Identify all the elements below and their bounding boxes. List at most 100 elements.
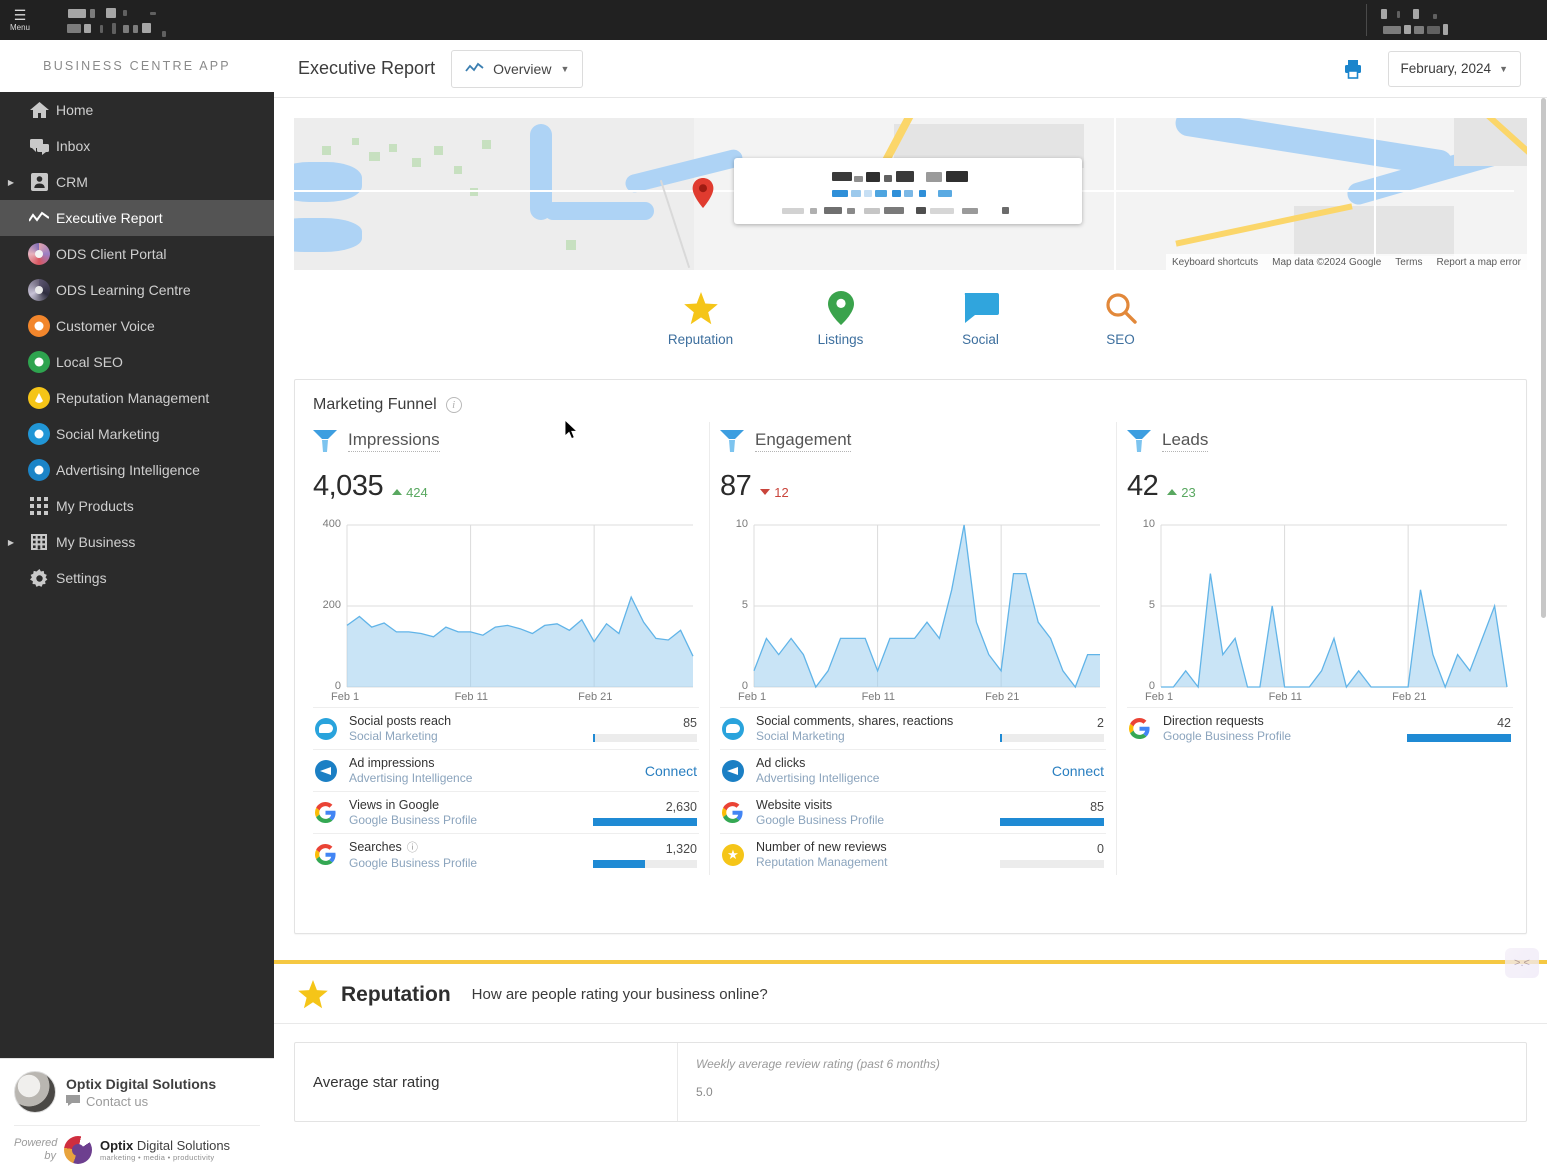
account-name: Optix Digital Solutions [66,1075,217,1092]
funnel-metric-title: Social posts reach [349,714,452,728]
contact-card-icon [22,173,56,191]
funnel-metric-text: Website visits Google Business Profile [756,798,1000,827]
menu-label: Menu [9,22,30,32]
map-attribution-item[interactable]: Terms [1395,257,1422,268]
main-content: Executive Report Overview ▼ February, 20… [274,40,1547,1174]
sidebar-item-label: CRM [56,174,88,190]
quicknav-item-social[interactable]: Social [942,292,1020,347]
funnel-column-title[interactable]: Engagement [755,430,852,452]
reputation-icon: ★ [722,843,756,866]
funnel-metric-source: Social Marketing [756,729,845,743]
sidebar-item-inbox[interactable]: ▶Inbox [0,128,274,164]
funnel-metric-bar [1000,859,1104,868]
funnel-metric-bar-fill [1000,733,1003,742]
sidebar-item-executive-report[interactable]: ▶Executive Report [0,200,274,236]
business-location-map[interactable]: Keyboard shortcuts Map data ©2024 Google T… [294,118,1527,270]
date-range-dropdown[interactable]: February, 2024 ▼ [1387,50,1521,87]
sidebar-item-reputation-management[interactable]: ▶Reputation Management [0,380,274,416]
info-icon[interactable]: i [445,397,462,413]
funnel-column-header: Impressions [313,430,699,452]
quicknav-item-seo[interactable]: SEO [1082,292,1160,347]
heart-badge-icon [22,315,56,337]
advertising-intelligence-icon [315,759,349,782]
connect-link[interactable]: Connect [1052,763,1104,779]
funnel-metric-row[interactable]: Ad impressions Advertising Intelligence Co… [313,749,699,791]
funnel-column-delta-value: 424 [406,484,428,500]
grid-icon [22,497,56,515]
funnel-metric-row[interactable]: Views in Google Google Business Profile 2,… [313,791,699,833]
sidebar-item-local-seo[interactable]: ▶Local SEO [0,344,274,380]
funnel-metric-value-area: 85 [1000,800,1104,826]
sidebar-item-my-business[interactable]: ▶ My Business [0,524,274,560]
funnel-metric-row[interactable]: Social posts reach Social Marketing 85 [313,707,699,749]
funnel-metric-row[interactable]: ★ Number of new reviews Reputation Managem… [720,833,1106,875]
x-axis-tick: Feb 21 [578,691,613,703]
funnel-metric-bar [593,859,697,868]
funnel-metric-value-area: 85 [593,716,697,742]
map-info-window[interactable] [734,158,1082,224]
sidebar-item-home[interactable]: ▶Home [0,92,274,128]
map-pin-marker[interactable] [692,178,714,208]
map-pin-icon-dot [28,351,50,373]
funnel-metric-value: 85 [1090,799,1104,814]
overview-dropdown[interactable]: Overview ▼ [451,49,584,88]
sidebar-item-ods-learning-centre[interactable]: ▶ODS Learning Centre [0,272,274,308]
chevron-right-icon[interactable]: ▶ [0,538,22,547]
quicknav-item-label: Reputation [667,332,734,347]
funnel-metric-bar-fill [1000,817,1104,826]
funnel-metric-value-area: 42 [1407,716,1511,742]
magnifier-icon [1105,292,1137,324]
sidebar-item-crm[interactable]: ▶ CRM [0,164,274,200]
funnel-metric-row[interactable]: Social comments, shares, reactions Social… [720,707,1106,749]
sidebar-item-customer-voice[interactable]: ▶Customer Voice [0,308,274,344]
funnel-column-title[interactable]: Leads [1162,430,1209,452]
google-icon [315,844,349,865]
funnel-metric-text: Views in Google Google Business Profile [349,798,593,827]
quicknav-item-label: SEO [1106,332,1135,347]
sidebar-item-my-products[interactable]: ▶My Products [0,488,274,524]
map-pin-icon [827,291,854,325]
y-axis-tick: 10 [735,518,748,530]
funnel-metric-row[interactable]: Direction requests Google Business Profil… [1127,707,1513,749]
print-button[interactable] [1342,58,1364,80]
map-attribution-item[interactable]: Keyboard shortcuts [1172,257,1258,268]
account-row[interactable]: Optix Digital Solutions Contact us [14,1071,260,1113]
powered-by: Powered by Optix Digital Solutions marke… [14,1125,260,1164]
quicknav-item-reputation[interactable]: Reputation [662,291,740,347]
reputation-subtitle: How are people rating your business onli… [471,986,768,1003]
connect-link[interactable]: Connect [645,763,697,779]
star-icon [683,291,718,324]
sidebar-item-advertising-intelligence[interactable]: ▶Advertising Intelligence [0,452,274,488]
funnel-metric-row[interactable]: Ad clicks Advertising Intelligence Connect [720,749,1106,791]
funnel-metric-source: Google Business Profile [349,856,478,870]
chevron-right-icon[interactable]: ▶ [0,178,22,187]
quicknav-item-listings[interactable]: Listings [802,291,880,347]
funnel-metric-bar [1000,733,1104,742]
sidebar-item-settings[interactable]: ▶Settings [0,560,274,596]
page-scrollbar[interactable] [1540,98,1547,1174]
funnel-metric-bar [1407,733,1511,742]
funnel-metric-source: Google Business Profile [349,813,478,827]
funnel-metric-value-area: 0 [1000,842,1104,868]
funnel-metric-row[interactable]: Website visits Google Business Profile 85 [720,791,1106,833]
sidebar-item-ods-client-portal[interactable]: ▶ODS Client Portal [0,236,274,272]
window-top-bar: ☰ Menu [0,0,1547,40]
contact-us-link[interactable]: Contact us [66,1094,216,1109]
funnel-column-delta-value: 23 [1181,484,1196,500]
sidebar-item-social-marketing[interactable]: ▶Social Marketing [0,416,274,452]
sidebar-item-label: ODS Learning Centre [56,282,191,298]
section-quicknav: Reputation Listings Social SEO [274,291,1547,347]
help-widget-button[interactable]: >.< [1505,948,1539,978]
funnel-metric-row[interactable]: Searches ⓘ Google Business Profile 1,320 [313,833,699,875]
map-attribution-item[interactable]: Map data ©2024 Google [1272,257,1381,268]
weekly-rating-caption: Weekly average review rating (past 6 mon… [696,1057,940,1071]
info-icon[interactable]: ⓘ [407,842,418,854]
menu-button[interactable]: ☰ Menu [0,0,40,40]
menu-icon: ☰ [13,6,27,23]
trendline-icon [22,211,56,225]
funnel-metric-value-area: 2 [1000,716,1104,742]
map-attribution-item[interactable]: Report a map error [1437,257,1521,268]
map-attribution: Keyboard shortcuts Map data ©2024 Google T… [1165,254,1527,270]
funnel-column-impressions: Impressions 4,035 424 0 200 400 Feb 1 Feb 11 Feb… [303,422,709,875]
funnel-column-title[interactable]: Impressions [348,430,440,452]
